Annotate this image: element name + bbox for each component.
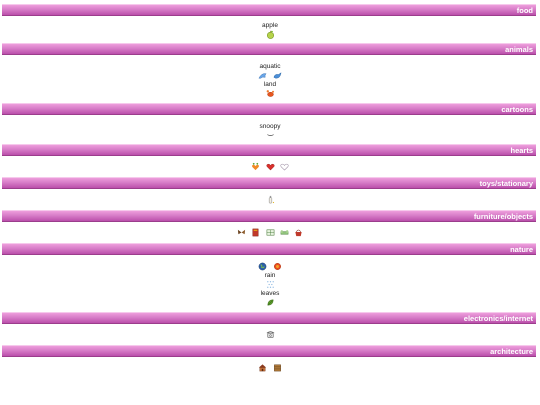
house-icon[interactable] <box>258 363 267 372</box>
earth-icon[interactable] <box>258 262 267 271</box>
section-food: apple <box>0 22 540 40</box>
category-header-nature[interactable]: nature <box>2 243 536 255</box>
section-architecture <box>0 363 540 373</box>
snoopy-icon[interactable] <box>266 131 275 140</box>
sofa-icon[interactable] <box>280 228 289 237</box>
subcategory-label: snoopy <box>259 123 281 130</box>
category-header-toys-stationary[interactable]: toys/stationary <box>2 177 536 189</box>
outline-heart-icon[interactable] <box>280 162 289 171</box>
category-header-cartoons[interactable]: cartoons <box>2 103 536 115</box>
section-nature: rain leaves <box>0 262 540 308</box>
subcategory-label: land <box>263 81 277 88</box>
category-header-food[interactable]: food <box>2 4 536 16</box>
category-title: food <box>516 6 533 15</box>
dolphin-icon[interactable] <box>258 71 267 80</box>
category-header-hearts[interactable]: hearts <box>2 144 536 156</box>
category-title: hearts <box>510 146 533 155</box>
telephone-icon[interactable] <box>266 330 275 339</box>
category-title: toys/stationary <box>479 179 533 188</box>
crab-icon[interactable] <box>266 89 275 98</box>
window-icon[interactable] <box>266 228 275 237</box>
category-title: furniture/objects <box>473 212 533 221</box>
subcategory-label: apple <box>262 22 278 29</box>
sun-icon[interactable] <box>273 262 282 271</box>
book-icon[interactable] <box>251 228 260 237</box>
whale-icon[interactable] <box>273 71 282 80</box>
category-header-architecture[interactable]: architecture <box>2 345 536 357</box>
category-title: cartoons <box>501 105 533 114</box>
category-title: electronics/internet <box>463 314 533 323</box>
category-header-furniture-objects[interactable]: furniture/objects <box>2 210 536 222</box>
bottle-icon[interactable] <box>266 195 275 204</box>
red-heart-icon[interactable] <box>266 162 275 171</box>
section-toys-stationary <box>0 195 540 205</box>
category-header-electronics-internet[interactable]: electronics/internet <box>2 312 536 324</box>
category-title: architecture <box>490 347 533 356</box>
subcategory-label: rain <box>264 272 276 279</box>
heart-bunch-icon[interactable] <box>251 162 260 171</box>
butterfly-icon[interactable] <box>237 228 246 237</box>
subcategory-label: leaves <box>260 290 280 297</box>
apple-icon[interactable] <box>266 30 275 40</box>
leaf-icon[interactable] <box>266 298 275 307</box>
section-furniture-objects <box>0 228 540 238</box>
category-title: animals <box>505 45 533 54</box>
section-electronics-internet <box>0 330 540 340</box>
category-header-animals[interactable]: animals <box>2 43 536 55</box>
basket-icon[interactable] <box>294 228 303 237</box>
raindrops-icon[interactable] <box>266 280 275 289</box>
page: food apple animals aquatic land cartoons… <box>0 0 540 405</box>
building-icon[interactable] <box>273 363 282 372</box>
section-animals: aquatic land <box>0 63 540 99</box>
section-hearts <box>0 162 540 172</box>
section-cartoons: snoopy <box>0 123 540 141</box>
category-title: nature <box>510 245 533 254</box>
